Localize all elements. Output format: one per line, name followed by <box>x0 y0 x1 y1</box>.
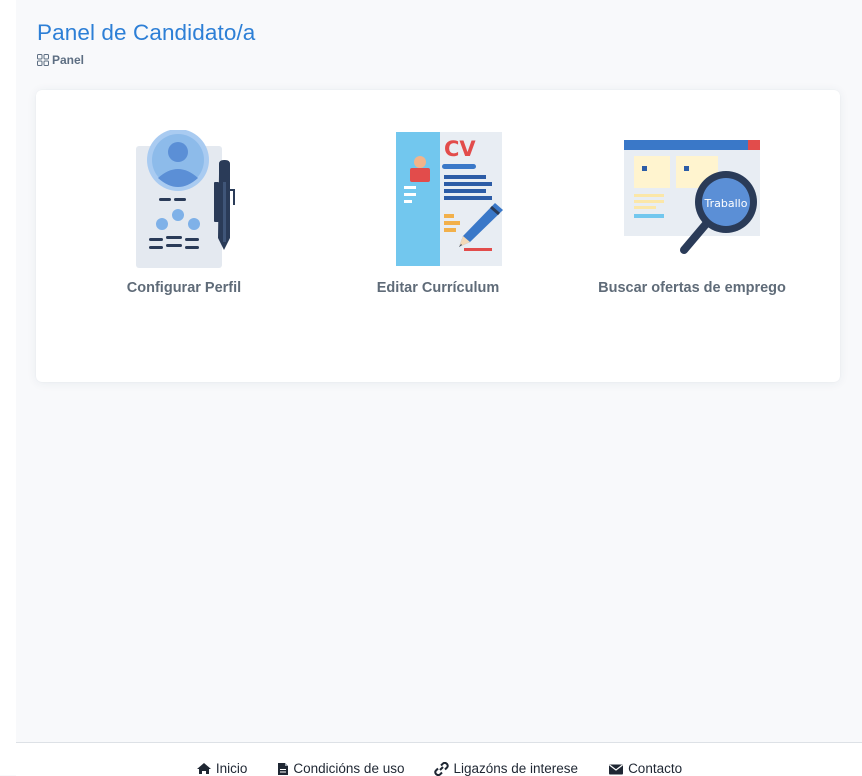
configure-profile-tile[interactable]: Configurar Perfil <box>54 130 314 296</box>
footer-link-links[interactable]: Ligazóns de interese <box>434 761 578 776</box>
document-icon <box>278 762 289 775</box>
footer-link-label: Inicio <box>215 761 248 776</box>
link-icon <box>434 761 450 776</box>
grid-icon <box>37 54 49 66</box>
page-title: Panel de Candidato/a <box>37 20 256 45</box>
job-badge-text: Traballo <box>704 197 748 210</box>
search-jobs-label: Buscar ofertas de emprego <box>598 280 786 296</box>
home-icon <box>196 763 211 774</box>
edit-cv-tile[interactable]: CV Editar Currículum <box>308 130 568 296</box>
footer-link-contact[interactable]: Contacto <box>608 761 682 776</box>
dashboard-card: Configurar Perfil CV Editar Currículum T… <box>36 90 840 382</box>
edit-cv-label: Editar Currículum <box>376 280 500 296</box>
cv-edit-icon: CV <box>396 132 503 266</box>
footer-link-label: Condicións de uso <box>293 761 405 776</box>
footer-link-label: Contacto <box>628 761 683 776</box>
left-margin <box>0 0 16 775</box>
footer-link-label: Ligazóns de interese <box>453 761 579 776</box>
footer: Inicio Condicións de uso Ligazóns de int… <box>16 742 862 776</box>
footer-link-terms[interactable]: Condicións de uso <box>277 761 404 776</box>
footer-link-home[interactable]: Inicio <box>196 761 248 776</box>
search-jobs-tile[interactable]: Traballo Buscar ofertas de emprego <box>562 130 822 296</box>
breadcrumb: Panel <box>37 53 84 67</box>
configure-profile-label: Configurar Perfil <box>126 280 242 296</box>
job-search-magnifier-icon: Traballo <box>624 140 760 254</box>
envelope-icon <box>609 764 624 774</box>
profile-document-pen-icon <box>136 130 235 268</box>
breadcrumb-current: Panel <box>52 53 85 67</box>
cv-badge-text: CV <box>444 137 476 161</box>
